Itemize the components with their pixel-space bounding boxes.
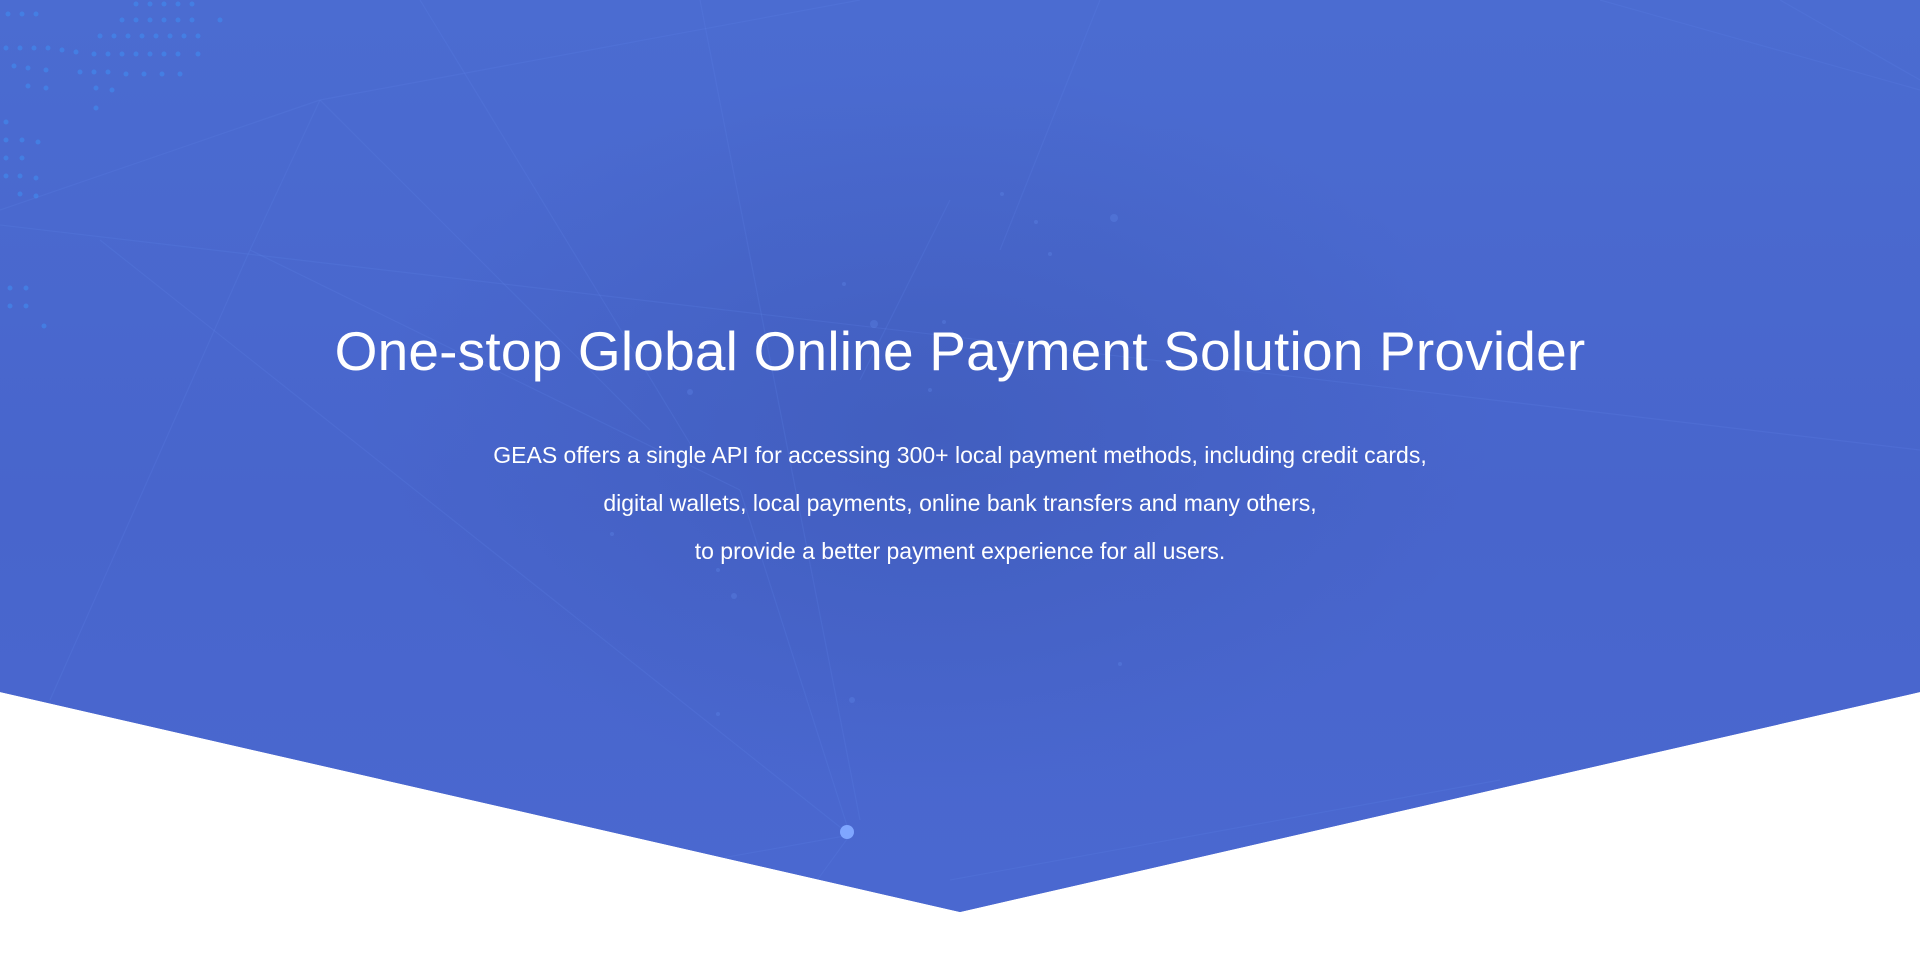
network-node-highlight [840,825,854,839]
hero-banner: One-stop Global Online Payment Solution … [0,0,1920,912]
hero-description-line: to provide a better payment experience f… [694,538,1226,564]
landing-page: One-stop Global Online Payment Solution … [0,0,1920,960]
hero-title: One-stop Global Online Payment Solution … [334,320,1586,382]
hero-description-line: GEAS offers a single API for accessing 3… [493,442,1427,468]
hero-description: GEAS offers a single API for accessing 3… [0,431,1920,575]
hero-description-line: digital wallets, local payments, online … [603,490,1317,516]
